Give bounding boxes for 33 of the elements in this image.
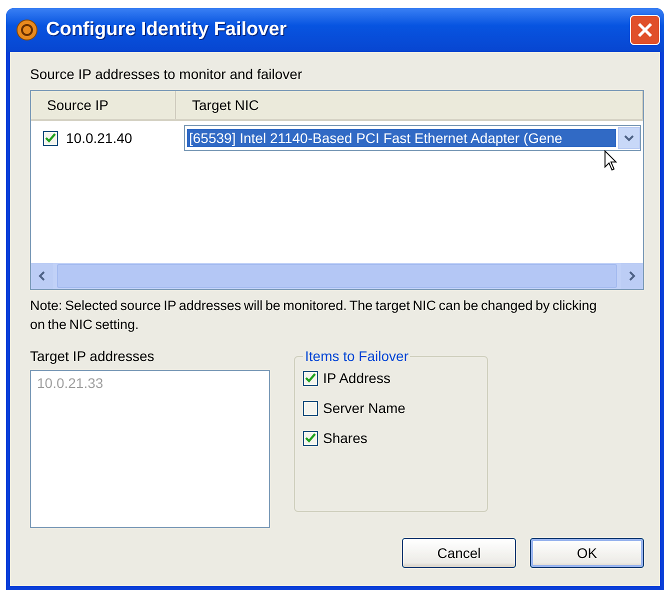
column-header[interactable]: Target NIC xyxy=(176,91,643,119)
scroll-right-button[interactable] xyxy=(621,263,643,289)
check-icon xyxy=(305,433,316,443)
close-icon xyxy=(637,22,653,38)
checkbox[interactable] xyxy=(303,400,318,416)
checkbox[interactable] xyxy=(303,370,318,386)
table-cell-text: 10.0.21.40 xyxy=(66,130,134,146)
window-title: Configure Identity Failover xyxy=(46,19,288,41)
dropdown-button[interactable] xyxy=(618,127,640,149)
group-title: Items to Failover xyxy=(304,348,410,364)
source-ip-list[interactable]: Source IP Target NIC 10.0.21.40 [65539] Intel 21140-Based PCI Fast Ethernet Adapter (Gene xyxy=(30,90,644,290)
horizontal-scrollbar[interactable] xyxy=(31,263,643,289)
note-text: Note: Selected source IP addresses will be monitored. The target NIC can be changed by clicking on the NIC setting. xyxy=(30,297,598,334)
chevron-right-icon xyxy=(628,271,636,281)
source-label: Source IP addresses to monitor and failover xyxy=(30,66,304,82)
scroll-thumb[interactable] xyxy=(57,264,617,288)
checkbox[interactable] xyxy=(303,430,318,446)
chevron-left-icon xyxy=(38,271,46,281)
checkbox[interactable] xyxy=(43,130,58,146)
check-icon xyxy=(45,133,56,143)
checkbox-label: IP Address xyxy=(323,370,390,386)
close-button[interactable] xyxy=(630,15,660,45)
checkbox-label: Server Name xyxy=(323,400,406,416)
dialog-button[interactable]: Cancel xyxy=(402,538,516,568)
check-icon xyxy=(305,373,316,383)
dialog-button[interactable]: OK xyxy=(530,538,644,568)
chevron-down-icon xyxy=(624,134,634,142)
cursor-icon xyxy=(604,150,618,172)
app-icon xyxy=(16,19,38,41)
checkbox-label: Shares xyxy=(323,430,368,446)
target-ip-label: Target IP addresses xyxy=(30,348,156,364)
scroll-left-button[interactable] xyxy=(31,263,53,289)
column-header[interactable]: Source IP xyxy=(31,91,176,119)
